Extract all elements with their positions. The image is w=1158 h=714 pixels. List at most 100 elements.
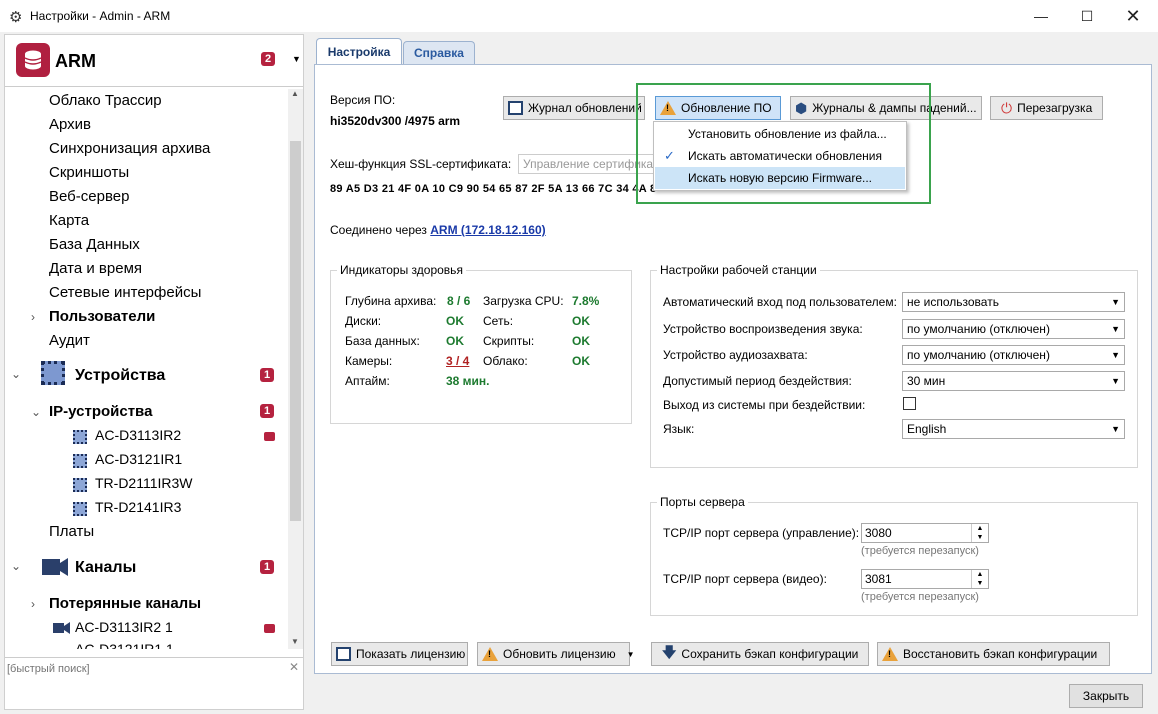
chevron-down-icon[interactable]: ⌄: [11, 367, 21, 381]
tree-item-channels[interactable]: Каналы: [75, 559, 136, 577]
clear-icon[interactable]: ✕: [289, 660, 299, 674]
tree-item-ip-devices[interactable]: IP-устройства: [49, 403, 152, 420]
connected-link[interactable]: ARM (172.18.12.160): [430, 223, 545, 237]
tree-item-lost-channels[interactable]: Потерянные каналы: [49, 595, 201, 612]
title-bar: ⚙ Настройки - Admin - ARM — ☐ ✕: [0, 0, 1158, 32]
group-title: Настройки рабочей станции: [657, 263, 820, 277]
port-label: TCP/IP порт сервера (видео):: [663, 572, 827, 586]
dropdown-arrow-icon: ▼: [1111, 297, 1120, 307]
device-item[interactable]: TR-D2141IR3: [95, 499, 181, 515]
scrollbar-thumb[interactable]: [290, 141, 301, 521]
close-window-button[interactable]: ✕: [1110, 0, 1156, 32]
group-title: Индикаторы здоровья: [337, 263, 466, 277]
warning-icon: !: [882, 647, 898, 661]
chevron-right-icon[interactable]: ›: [31, 597, 35, 611]
tree-item[interactable]: База Данных: [49, 236, 140, 253]
idle-period-select[interactable]: 30 мин ▼: [902, 371, 1125, 391]
tree-item[interactable]: Веб-сервер: [49, 188, 129, 205]
health-value: OK: [572, 354, 590, 368]
restart-note: (требуется перезапуск): [861, 545, 979, 557]
devices-badge: 1: [260, 368, 274, 382]
update-journal-button[interactable]: Журнал обновлений: [503, 96, 645, 120]
setting-label: Допустимый период бездействия:: [663, 374, 852, 388]
tree-item[interactable]: Карта: [49, 212, 89, 229]
camera-chip-icon: [73, 454, 87, 471]
save-backup-button[interactable]: 🡇 Сохранить бэкап конфигурации: [651, 642, 869, 666]
version-value: hi3520dv300 /4975 arm: [330, 114, 461, 128]
warning-icon: !: [482, 647, 498, 661]
setting-label: Язык:: [663, 422, 695, 436]
device-item[interactable]: AC-D3113IR2: [95, 427, 181, 443]
tree-item-boards[interactable]: Платы: [49, 523, 94, 540]
health-value: OK: [572, 314, 590, 328]
channels-badge: 1: [260, 560, 274, 574]
maximize-button[interactable]: ☐: [1064, 0, 1110, 32]
scroll-down-icon[interactable]: ▼: [291, 637, 299, 646]
ssl-hash: 89 A5 D3 21 4F 0A 10 C9 90 54 65 87 2F 5…: [330, 183, 657, 195]
tree-scrollbar[interactable]: ▲ ▼: [288, 89, 303, 649]
tree-item-users[interactable]: Пользователи: [49, 308, 155, 325]
alert-indicator: [264, 432, 275, 441]
window-icon: [508, 101, 523, 115]
renew-license-button[interactable]: ! Обновить лицензию ▼: [477, 642, 635, 666]
dropdown-arrow-icon: ▼: [1111, 376, 1120, 386]
restore-backup-button[interactable]: ! Восстановить бэкап конфигурации: [877, 642, 1110, 666]
tree-item[interactable]: Дата и время: [49, 260, 142, 277]
tree-item[interactable]: Сетевые интерфейсы: [49, 284, 201, 301]
navigation-panel: ARM 2 ▼ Облако Трассир Архив Синхронизац…: [4, 34, 304, 710]
health-label: Аптайм:: [345, 374, 390, 388]
quick-search[interactable]: ✕: [5, 657, 303, 679]
camera-chip-icon: [73, 430, 87, 447]
alert-indicator: [264, 624, 275, 633]
version-label: Версия ПО:: [330, 93, 396, 107]
show-license-button[interactable]: Показать лицензию: [331, 642, 468, 666]
audio-playback-select[interactable]: по умолчанию (отключен) ▼: [902, 319, 1125, 339]
tree-item[interactable]: Синхронизация архива: [49, 140, 210, 157]
idle-logout-checkbox[interactable]: [903, 397, 916, 410]
tab-help[interactable]: Справка: [403, 41, 475, 64]
health-label: Сеть:: [483, 314, 514, 328]
reboot-button[interactable]: ⏻ Перезагрузка: [990, 96, 1103, 120]
tree-item[interactable]: Облако Трассир: [49, 92, 162, 109]
tab-settings[interactable]: Настройка: [316, 38, 402, 65]
camera-icon: [53, 645, 71, 649]
channel-item[interactable]: AC-D3113IR2 1: [75, 619, 173, 635]
auto-login-select[interactable]: не использовать ▼: [902, 292, 1125, 312]
health-label: Скрипты:: [483, 334, 535, 348]
chevron-down-icon[interactable]: ⌄: [11, 559, 21, 573]
tree-item[interactable]: Скриншоты: [49, 164, 129, 181]
video-port-input[interactable]: 3081 ▲ ▼: [861, 569, 989, 589]
search-input[interactable]: [7, 660, 285, 677]
health-value: OK: [446, 314, 464, 328]
database-icon: [16, 43, 50, 77]
spinner-icon[interactable]: ▲ ▼: [971, 570, 988, 588]
control-port-input[interactable]: 3080 ▲ ▼: [861, 523, 989, 543]
dropdown-arrow-icon: ▼: [1111, 350, 1120, 360]
connected-label: Соединено через ARM (172.18.12.160): [330, 223, 546, 237]
chevron-right-icon[interactable]: ›: [31, 310, 35, 324]
setting-label: Устройство воспроизведения звука:: [663, 322, 863, 336]
tree-item[interactable]: Архив: [49, 116, 91, 133]
device-item[interactable]: AC-D3121IR1: [95, 451, 182, 467]
tree-item-devices[interactable]: Устройства: [75, 367, 165, 385]
minimize-button[interactable]: —: [1018, 0, 1064, 32]
chevron-down-icon[interactable]: ⌄: [31, 405, 41, 419]
cameras-value-link[interactable]: 3 / 4: [446, 354, 469, 368]
audio-capture-select[interactable]: по умолчанию (отключен) ▼: [902, 345, 1125, 365]
health-value: 38 мин.: [446, 374, 490, 388]
channel-item[interactable]: AC-D3121IR1 1: [75, 641, 174, 649]
language-select[interactable]: English ▼: [902, 419, 1125, 439]
close-button[interactable]: Закрыть: [1069, 684, 1143, 708]
scroll-up-icon[interactable]: ▲: [291, 89, 299, 98]
highlight-box: [636, 83, 931, 204]
chevron-down-icon[interactable]: ▼: [292, 54, 301, 64]
restart-note: (требуется перезапуск): [861, 591, 979, 603]
tab-bar: Настройка Справка: [314, 38, 1152, 65]
window-title: Настройки - Admin - ARM: [30, 9, 171, 23]
server-ports-group: Порты сервера TCP/IP порт сервера (управ…: [650, 495, 1138, 616]
server-selector[interactable]: ARM 2 ▼: [5, 35, 303, 87]
device-item[interactable]: TR-D2111IR3W: [95, 475, 193, 491]
tree-item[interactable]: Аудит: [49, 332, 90, 349]
dropdown-arrow-icon: ▼: [626, 649, 635, 659]
spinner-icon[interactable]: ▲ ▼: [971, 524, 988, 542]
